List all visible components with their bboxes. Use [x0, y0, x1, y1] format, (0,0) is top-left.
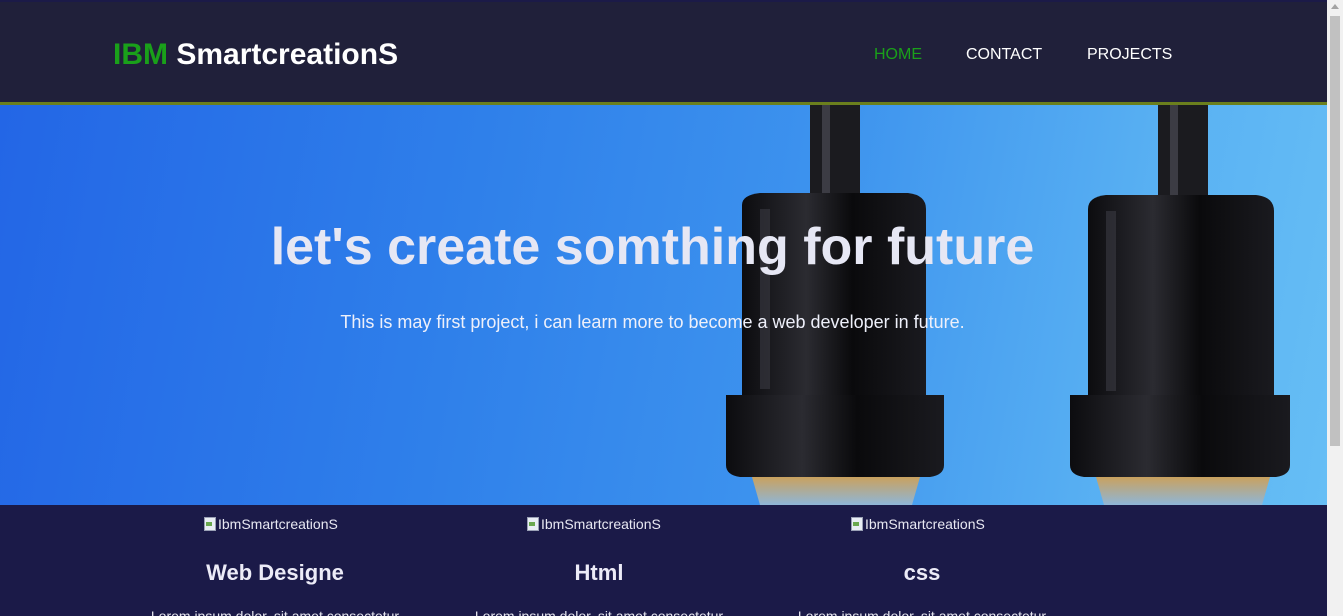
nav-home-link[interactable]: HOME: [874, 46, 922, 64]
broken-image-icon: [526, 516, 540, 532]
feature-image-broken: IbmSmartcreationS: [850, 516, 985, 532]
nav-contact-link[interactable]: CONTACT: [966, 46, 1042, 64]
light-bulbs-image: [726, 105, 1290, 505]
right-bulb-socket: [1070, 105, 1290, 505]
feature-title: Html: [574, 560, 624, 585]
hero-section: let's create somthing for future This is…: [0, 105, 1327, 505]
feature-text: Lorem ipsum dolor, sit amet consectetur: [474, 608, 724, 616]
feature-text: Lorem ipsum dolor, sit amet consectetur: [150, 608, 400, 616]
hero-subtitle: This is may first project, i can learn m…: [340, 312, 965, 332]
feature-title: css: [903, 560, 941, 585]
main-nav: HOME CONTACT PROJECTS: [0, 46, 1327, 66]
scroll-up-arrow-icon[interactable]: [1331, 4, 1339, 9]
left-bulb-socket: [726, 105, 944, 505]
feature-image-broken: IbmSmartcreationS: [203, 516, 338, 532]
page-viewport: IBM SmartcreationS HOME CONTACT PROJECTS: [0, 0, 1327, 616]
feature-image-alt: IbmSmartcreationS: [865, 516, 985, 532]
broken-image-icon: [203, 516, 217, 532]
feature-title: Web Designe: [206, 560, 344, 585]
hero-title: let's create somthing for future: [270, 218, 1035, 276]
scrollbar-thumb[interactable]: [1330, 16, 1340, 446]
feature-text: Lorem ipsum dolor, sit amet consectetur: [797, 608, 1047, 616]
feature-image-broken: IbmSmartcreationS: [526, 516, 661, 532]
feature-image-alt: IbmSmartcreationS: [541, 516, 661, 532]
site-header: IBM SmartcreationS HOME CONTACT PROJECTS: [0, 2, 1327, 102]
broken-image-icon: [850, 516, 864, 532]
vertical-scrollbar[interactable]: [1327, 0, 1343, 616]
features-section: IbmSmartcreationS Web Designe Lorem ipsu…: [0, 505, 1327, 616]
nav-projects-link[interactable]: PROJECTS: [1087, 46, 1172, 64]
feature-image-alt: IbmSmartcreationS: [218, 516, 338, 532]
